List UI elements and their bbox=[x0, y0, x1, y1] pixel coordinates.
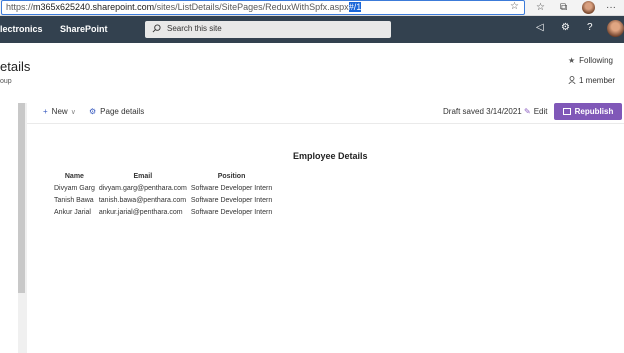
browser-toolbar: https://m365x625240.sharepoint.com/sites… bbox=[0, 0, 624, 16]
site-brand-name[interactable]: lectronics bbox=[0, 24, 43, 34]
table-row: Ankur Jarial ankur.jarial@penthara.com S… bbox=[52, 206, 274, 218]
plus-icon: + bbox=[43, 107, 48, 116]
cell-position: Software Developer Intern bbox=[190, 196, 273, 204]
cell-name: Tanish Bawa bbox=[54, 196, 94, 204]
gear-icon: ⚙ bbox=[89, 107, 97, 116]
cell-position: Software Developer Intern bbox=[190, 184, 273, 192]
address-bar[interactable]: https://m365x625240.sharepoint.com/sites… bbox=[1, 0, 525, 15]
employee-details-heading: Employee Details bbox=[293, 151, 368, 161]
site-title: etails bbox=[0, 59, 31, 74]
cell-position: Software Developer Intern bbox=[190, 208, 273, 216]
cell-name: Divyam Garg bbox=[54, 184, 95, 192]
pencil-icon: ✎ bbox=[524, 107, 531, 116]
cell-email: tanish.bawa@penthara.com bbox=[98, 196, 187, 204]
members-label: 1 member bbox=[579, 76, 616, 85]
chevron-down-icon: ∨ bbox=[70, 109, 76, 116]
left-scrollbar-thumb[interactable] bbox=[18, 103, 25, 293]
person-icon bbox=[568, 76, 576, 84]
star-icon: ★ bbox=[568, 56, 576, 65]
settings-gear-icon[interactable]: ⚙ bbox=[561, 22, 570, 33]
address-bar-url[interactable]: https://m365x625240.sharepoint.com/sites… bbox=[6, 2, 362, 12]
cell-email: divyam.garg@penthara.com bbox=[98, 184, 187, 192]
sharepoint-app-name[interactable]: SharePoint bbox=[60, 24, 108, 34]
employee-table: Name Email Position Divyam Garg divyam.g… bbox=[52, 171, 274, 218]
megaphone-icon[interactable]: ◁ bbox=[536, 22, 544, 33]
column-header-email: Email bbox=[133, 173, 153, 180]
help-question-icon[interactable]: ? bbox=[587, 22, 593, 33]
favorite-star-icon[interactable]: ☆ bbox=[510, 1, 519, 12]
search-icon bbox=[152, 24, 161, 33]
browser-profile-avatar[interactable] bbox=[582, 1, 595, 14]
following-label: Following bbox=[579, 56, 613, 65]
suite-bar: lectronics SharePoint Search this site ◁… bbox=[0, 16, 624, 43]
site-subtitle: oup bbox=[0, 78, 12, 85]
members-button[interactable]: 1 member bbox=[568, 76, 615, 85]
cell-email: ankur.jarial@penthara.com bbox=[98, 208, 183, 216]
search-placeholder[interactable]: Search this site bbox=[167, 24, 222, 33]
column-header-name: Name bbox=[64, 173, 84, 180]
following-button[interactable]: ★ Following bbox=[568, 56, 613, 65]
table-row: Divyam Garg divyam.garg@penthara.com Sof… bbox=[52, 182, 274, 194]
page-details-button[interactable]: ⚙ Page details bbox=[89, 107, 144, 116]
cell-name: Ankur Jarial bbox=[54, 208, 91, 216]
publish-icon bbox=[562, 108, 571, 115]
collections-icon[interactable]: ⧉ bbox=[560, 0, 567, 15]
user-avatar[interactable] bbox=[607, 20, 624, 37]
column-header-position: Position bbox=[217, 173, 246, 180]
site-search-box[interactable]: Search this site bbox=[145, 21, 391, 38]
table-header-row: Name Email Position bbox=[52, 171, 274, 182]
table-row: Tanish Bawa tanish.bawa@penthara.com Sof… bbox=[52, 194, 274, 206]
favorites-icon[interactable]: ☆ bbox=[536, 0, 545, 15]
republish-button[interactable]: Republish bbox=[554, 103, 622, 120]
edit-button[interactable]: ✎ Edit bbox=[524, 107, 548, 116]
draft-status: Draft saved 3/14/2021 bbox=[443, 107, 522, 116]
new-button[interactable]: + New ∨ bbox=[43, 107, 76, 116]
more-options-icon[interactable]: ··· bbox=[606, 0, 616, 15]
